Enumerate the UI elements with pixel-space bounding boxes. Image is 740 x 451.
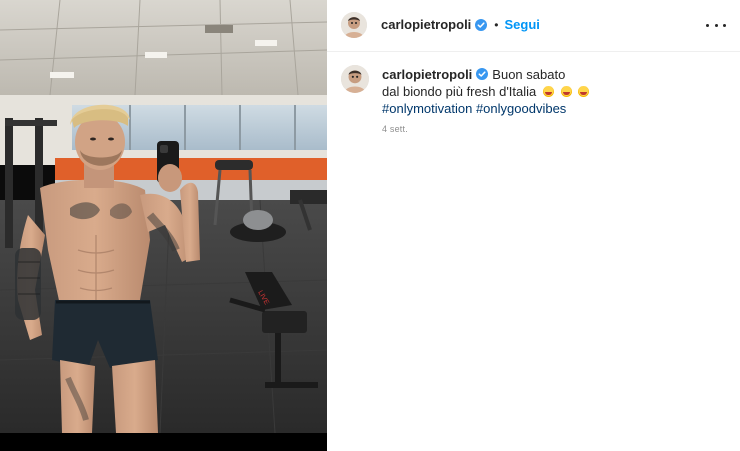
media-bottom-bar xyxy=(0,433,327,451)
post-side-panel: carlopietropoli • Segui carlopietropoli … xyxy=(327,0,740,451)
post-caption: carlopietropoli Buon sabato dal biondo p… xyxy=(382,66,712,117)
heart-eyes-emoji-icon xyxy=(542,86,554,97)
heart-eyes-emoji-icon xyxy=(560,86,572,97)
author-avatar[interactable] xyxy=(341,12,367,38)
verified-badge-icon xyxy=(475,18,488,31)
post-media[interactable]: LIVE xyxy=(0,0,327,451)
post-photo[interactable]: LIVE xyxy=(0,0,327,433)
author-username[interactable]: carlopietropoli xyxy=(381,17,471,32)
caption-line-2: dal biondo più fresh d'Italia xyxy=(382,83,712,100)
instagram-post-modal: LIVE carlopietropoli • Segui carlopietro… xyxy=(0,0,740,451)
caption-author-avatar[interactable] xyxy=(341,65,369,93)
header-user-row: carlopietropoli • Segui xyxy=(381,17,540,32)
caption-text-line1: Buon sabato xyxy=(492,67,566,82)
more-dot xyxy=(714,23,718,27)
hashtag-link[interactable]: #onlymotivation xyxy=(382,101,472,116)
gym-selfie-photo: LIVE xyxy=(0,0,327,433)
post-timestamp[interactable]: 4 sett. xyxy=(382,124,408,134)
caption-hashtags: #onlymotivation #onlygoodvibes xyxy=(382,100,712,117)
avatar-image xyxy=(341,12,367,38)
more-dot xyxy=(723,23,726,27)
caption-username[interactable]: carlopietropoli xyxy=(382,67,472,82)
more-dot xyxy=(706,23,709,27)
post-header: carlopietropoli • Segui xyxy=(327,0,740,52)
verified-badge-icon xyxy=(476,68,489,80)
avatar-image xyxy=(341,65,369,93)
more-horizontal-icon[interactable] xyxy=(706,17,726,33)
caption-text-line2: dal biondo più fresh d'Italia xyxy=(382,84,537,99)
heart-eyes-emoji-icon xyxy=(578,86,590,97)
hashtag-link[interactable]: #onlygoodvibes xyxy=(476,101,566,116)
separator-dot: • xyxy=(494,17,499,32)
follow-button[interactable]: Segui xyxy=(505,17,540,32)
caption-line-1: carlopietropoli Buon sabato xyxy=(382,66,712,83)
